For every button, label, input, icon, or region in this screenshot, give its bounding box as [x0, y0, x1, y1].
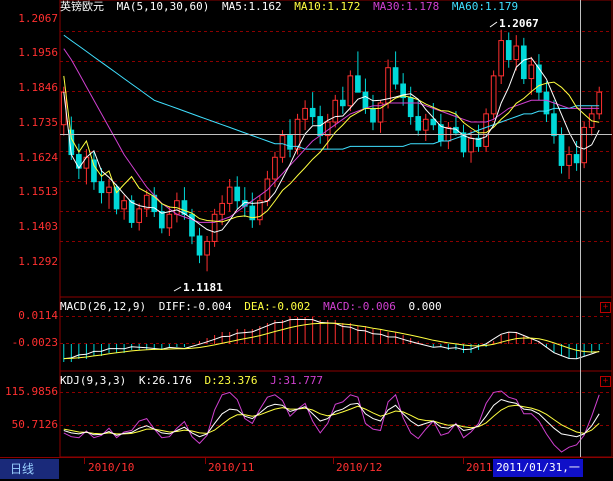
forex-chart[interactable] — [0, 0, 613, 481]
candle-body — [551, 113, 557, 137]
x-axis-label: 2010/12 — [336, 461, 383, 474]
low-price-label: 1.1181 — [183, 281, 223, 294]
candle-body — [106, 186, 112, 194]
macd-panel — [63, 317, 600, 362]
candle-body — [468, 137, 474, 153]
k-label: K:26.176 — [138, 374, 192, 387]
candle-body — [91, 159, 97, 183]
ma-params-label: MA(5,10,30,60) — [116, 0, 210, 13]
candle-body — [415, 116, 422, 131]
macd-diff-line — [63, 318, 600, 360]
candle-body — [490, 75, 497, 115]
candle-body — [302, 107, 308, 120]
y-tick: 1.1403 — [18, 220, 58, 233]
x-axis-label: 2010/10 — [88, 461, 135, 474]
candle-body — [226, 186, 233, 204]
y-tick: 1.1624 — [18, 151, 58, 164]
candle-body — [392, 67, 399, 85]
macd-y-tick: -0.0023 — [11, 336, 58, 349]
kdj-header: KDJ(9,3,3) K:26.176 D:23.376 J:31.777 — [60, 374, 329, 388]
cursor-date-label: 2011/01/31,一 — [493, 459, 583, 477]
candle-body — [121, 200, 127, 210]
macd-dea-line — [63, 322, 600, 360]
candle-body — [219, 202, 225, 215]
candle-body — [234, 186, 241, 202]
candle-body — [211, 213, 218, 242]
price-header: 英镑欧元 MA(5,10,30,60) MA5:1.162 MA10:1.172… — [60, 0, 524, 14]
kdj-j-line — [63, 390, 600, 453]
macd-extra-label: 0.000 — [408, 300, 442, 313]
candle-body — [558, 135, 565, 166]
candle-body — [566, 154, 572, 166]
candle-body — [181, 200, 188, 215]
low-arrow — [173, 286, 182, 292]
candle-body — [332, 99, 339, 123]
d-label: D:23.376 — [204, 374, 258, 387]
candle-body — [362, 91, 369, 109]
timeframe-tab-daily[interactable]: 日线 — [0, 459, 59, 479]
candle-body — [287, 135, 293, 150]
candle-body — [128, 200, 135, 223]
kdj-expand-button[interactable]: + — [600, 376, 611, 387]
candle-body — [98, 181, 105, 194]
high-arrow — [489, 21, 498, 28]
candle-body — [272, 156, 278, 180]
y-tick: 1.1735 — [18, 116, 58, 129]
dea-label: DEA:-0.002 — [244, 300, 311, 313]
candle-body — [279, 135, 286, 158]
candle-body — [166, 213, 173, 229]
candle-body — [407, 97, 414, 118]
candle-body — [498, 40, 505, 77]
kdj-y-tick: 50.7126 — [11, 418, 58, 431]
candle-body — [339, 99, 346, 107]
symbol-label: 英镑欧元 — [60, 0, 104, 13]
high-price-label: 1.2067 — [499, 17, 539, 30]
macd-expand-button[interactable]: + — [600, 302, 611, 313]
macd-header: MACD(26,12,9) DIFF:-0.004 DEA:-0.002 MAC… — [60, 300, 448, 314]
kdj-k-line — [63, 398, 600, 438]
j-label: J:31.777 — [270, 374, 324, 387]
y-tick: 1.2067 — [18, 12, 58, 25]
candle-body — [196, 235, 203, 256]
candle-body — [309, 107, 316, 118]
y-tick: 1.1846 — [18, 81, 58, 94]
y-tick: 1.1956 — [18, 46, 58, 59]
macd-params-label: MACD(26,12,9) — [60, 300, 147, 313]
ma5-label: MA5:1.162 — [221, 0, 282, 13]
kdj-y-tick: 115.9856 — [5, 385, 58, 398]
candle-body — [483, 113, 489, 147]
candle-body — [505, 40, 512, 61]
candle-body — [596, 91, 603, 115]
kdj-panel — [63, 390, 600, 453]
candle-body — [158, 211, 165, 229]
candle-body — [422, 118, 429, 131]
kdj-params-label: KDJ(9,3,3) — [60, 374, 127, 387]
candle-body — [347, 75, 354, 107]
price-candles — [60, 29, 603, 272]
candle-body — [581, 126, 587, 164]
x-axis-label: 2011 — [466, 461, 493, 474]
panel-frame — [59, 0, 613, 298]
candle-body — [385, 67, 391, 104]
candle-body — [573, 154, 580, 164]
diff-label: DIFF:-0.004 — [158, 300, 232, 313]
ma60-label: MA60:1.179 — [451, 0, 519, 13]
y-tick: 1.1292 — [18, 255, 58, 268]
ma10-label: MA10:1.172 — [294, 0, 361, 13]
y-tick: 1.1513 — [18, 185, 58, 198]
candle-body — [355, 75, 361, 93]
ma30-label: MA30:1.178 — [373, 0, 440, 13]
candle-body — [136, 208, 143, 223]
macd-y-tick: 0.0114 — [18, 309, 58, 322]
x-axis-label: 2010/11 — [208, 461, 255, 474]
candle-body — [528, 64, 535, 80]
macd-value-label: MACD:-0.006 — [323, 300, 396, 313]
candle-body — [513, 45, 520, 61]
candle-body — [370, 107, 376, 123]
candle-body — [204, 240, 210, 256]
